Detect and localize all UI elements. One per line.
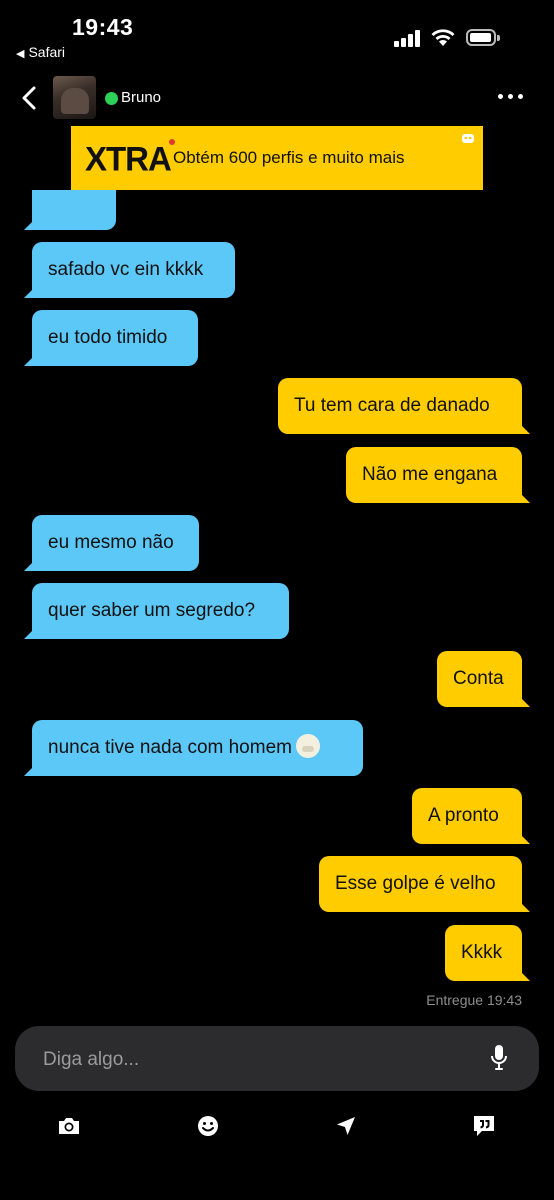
message-bubble-sent[interactable]: Kkkk <box>445 925 530 981</box>
message-bubble-sent[interactable]: Conta <box>437 651 530 707</box>
message-text: safado vc ein kkkk <box>48 259 204 280</box>
back-triangle-icon: ◀ <box>16 48 25 60</box>
message-text: Tu tem cara de danado <box>294 395 490 416</box>
message-bubble-received[interactable]: eu todo timido <box>24 310 198 366</box>
online-status-dot <box>105 92 118 105</box>
xtra-logo-dot <box>169 139 175 145</box>
message-text: Kkkk <box>461 942 503 963</box>
message-bubble-received[interactable]: eu mesmo não <box>24 515 199 571</box>
avatar[interactable] <box>53 76 96 119</box>
chat-toolbar <box>0 1100 554 1152</box>
location-arrow-icon[interactable] <box>332 1112 360 1140</box>
message-bubble-received[interactable]: safado vc ein kkkk <box>24 242 235 298</box>
message-bubble-sent[interactable]: Tu tem cara de danado <box>278 378 530 434</box>
message-text: Não me engana <box>362 464 498 485</box>
back-app-label: Safari <box>28 44 66 60</box>
message-composer <box>15 1026 539 1093</box>
more-options-icon[interactable] <box>498 94 524 102</box>
chat-header: Bruno <box>0 72 554 124</box>
delivery-status: Entregue 19:43 <box>426 992 522 1008</box>
cellular-signal-icon <box>394 29 424 47</box>
message-bubble-sent[interactable]: A pronto <box>412 788 530 844</box>
message-bubble-received[interactable]: quer saber um segredo? <box>24 583 289 639</box>
emoji-icon[interactable] <box>194 1112 222 1140</box>
microphone-icon[interactable] <box>491 1045 507 1071</box>
message-text: eu mesmo não <box>48 532 174 553</box>
message-bubble-partial <box>24 190 116 230</box>
message-text: eu todo timido <box>48 327 168 348</box>
back-chevron-icon[interactable] <box>14 82 46 114</box>
message-text: A pronto <box>428 805 499 826</box>
message-text: nunca tive nada com homem <box>48 737 292 758</box>
message-text: quer saber um segredo? <box>48 600 256 621</box>
message-bubble-sent[interactable]: Não me engana <box>346 447 530 503</box>
status-bar: 19:43 ◀ Safari <box>0 0 554 70</box>
saved-phrases-icon[interactable] <box>470 1112 498 1140</box>
status-time: 19:43 <box>72 14 134 40</box>
wifi-icon <box>431 29 455 46</box>
message-text: Conta <box>453 668 504 689</box>
ad-text: Obtém 600 perfis e muito mais <box>173 148 405 167</box>
message-bubble-received[interactable]: nunca tive nada com homem <box>24 720 363 776</box>
xtra-logo: XTRA <box>85 139 172 178</box>
chat-username[interactable]: Bruno <box>121 89 161 106</box>
grindr-mask-icon <box>462 134 474 143</box>
message-bubble-sent[interactable]: Esse golpe é velho <box>319 856 530 912</box>
xtra-ad-banner[interactable]: XTRA Obtém 600 perfis e muito mais <box>71 126 483 190</box>
back-to-safari-link[interactable]: ◀ Safari <box>16 44 65 60</box>
message-input[interactable] <box>41 1026 465 1093</box>
face-with-open-eyes-and-hand-over-mouth-emoji-icon <box>295 733 320 758</box>
camera-icon[interactable] <box>55 1112 83 1140</box>
message-text: Esse golpe é velho <box>335 873 496 894</box>
battery-icon <box>466 29 500 46</box>
